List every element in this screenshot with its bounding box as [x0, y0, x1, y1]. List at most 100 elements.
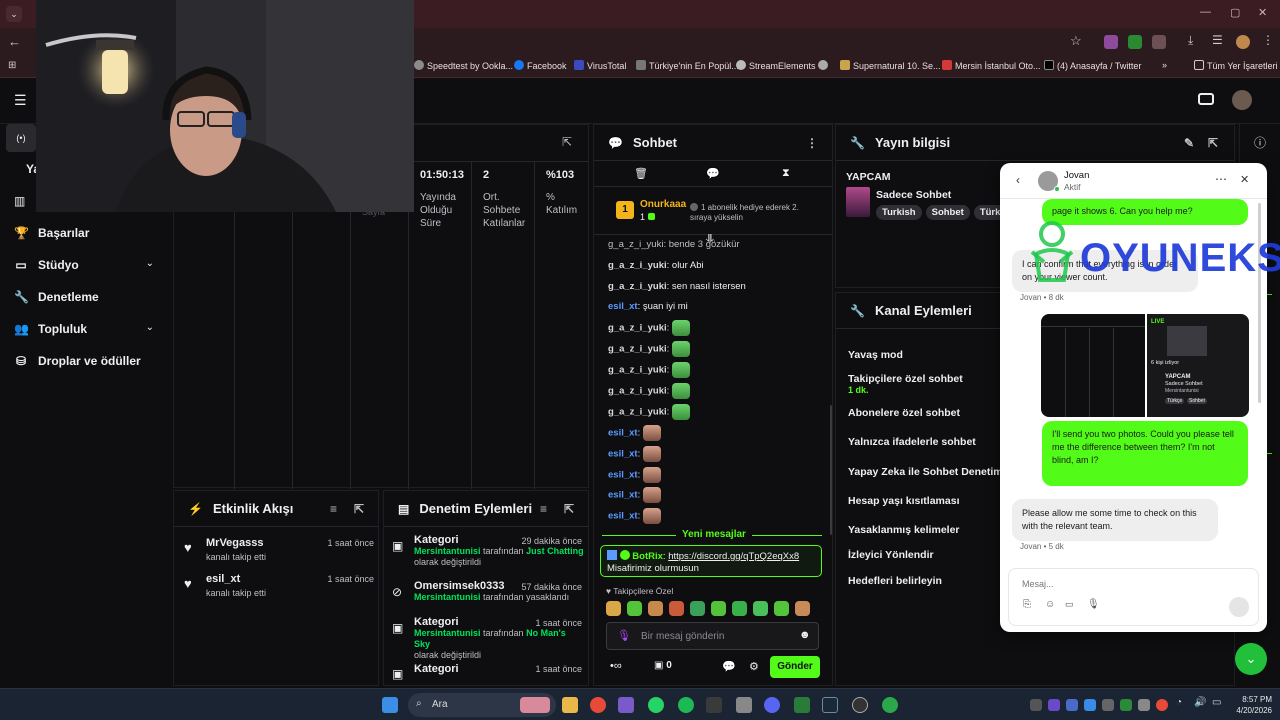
creator-icon[interactable] [1198, 93, 1214, 105]
extensions-icon[interactable] [1152, 35, 1166, 49]
discord-icon[interactable] [764, 697, 780, 713]
stream-manager-icon[interactable]: (•) [6, 124, 36, 152]
action-set-goals[interactable]: Hedefleri belirleyin [848, 575, 942, 587]
dm-photo-stream[interactable]: LIVE 6 kişi izliyor YAPCAM Sadece Sohbet… [1147, 314, 1249, 417]
analytics-icon[interactable]: ▥ [14, 194, 25, 208]
points-counter[interactable]: ▣ 0 [654, 660, 672, 671]
apps-icon[interactable]: ⊞ [8, 60, 16, 71]
sidebar-item-moderation[interactable]: 🔧 Denetleme [14, 290, 99, 304]
emote-button[interactable] [774, 601, 789, 616]
sidebar-item-achievements[interactable]: 🏆 Başarılar [14, 226, 89, 240]
sidebar-item-studio[interactable]: ▭ Stüdyo [14, 258, 78, 272]
dm-photo-stats[interactable] [1041, 314, 1145, 417]
chevron-down-icon[interactable]: ⌄ [146, 322, 154, 333]
emote-button[interactable] [648, 601, 663, 616]
gear-icon[interactable]: ⚙ [749, 660, 759, 673]
xbox-icon[interactable] [882, 697, 898, 713]
emote-button[interactable] [753, 601, 768, 616]
emote-button[interactable] [711, 601, 726, 616]
app-icon[interactable] [618, 697, 634, 713]
app-icon[interactable] [706, 697, 722, 713]
more-options-icon[interactable]: ⋯ [1215, 172, 1227, 186]
bookmark-streamelements[interactable]: StreamElements [736, 60, 816, 71]
bookmark-mersin[interactable]: Mersin İstanbul Oto... [942, 60, 1041, 71]
star-icon[interactable]: ☆ [1070, 33, 1082, 49]
emote-button[interactable] [627, 601, 642, 616]
action-raid[interactable]: İzleyici Yönlendir [848, 549, 934, 561]
action-followers-only[interactable]: Takipçilere özel sohbet [848, 373, 963, 385]
more-bookmarks-icon[interactable]: » [1162, 60, 1167, 70]
close-window-icon[interactable]: ✕ [1258, 6, 1267, 19]
file-explorer-icon[interactable] [562, 697, 578, 713]
close-icon[interactable]: ✕ [1240, 173, 1249, 186]
reading-list-icon[interactable]: ☰ [1212, 33, 1223, 47]
popout-icon[interactable]: ⇱ [564, 502, 574, 516]
emote-button[interactable] [606, 601, 621, 616]
wifi-icon[interactable]: ◔ [1176, 697, 1182, 708]
dm-input[interactable]: Mesaj... [1022, 579, 1054, 589]
tray-icon[interactable] [1030, 699, 1042, 711]
info-icon[interactable]: ⓘ [1254, 134, 1266, 151]
bookmark-facebook[interactable]: Facebook [514, 60, 567, 71]
bookmark-globe[interactable] [818, 60, 831, 71]
more-options-icon[interactable]: ⋮ [806, 136, 818, 150]
back-icon[interactable]: ← [8, 34, 21, 49]
popout-icon[interactable]: ⇱ [354, 502, 364, 516]
spotify-icon[interactable] [678, 697, 694, 713]
pinned-user[interactable]: Onurkaaa [640, 199, 686, 210]
extension-icon[interactable] [1128, 35, 1142, 49]
sidebar-item-drops[interactable]: ⛁ Droplar ve ödüller [14, 354, 141, 368]
user-avatar[interactable] [1232, 90, 1252, 110]
edit-icon[interactable]: ✎ [1184, 136, 1194, 150]
obs-icon[interactable] [852, 697, 868, 713]
emoji-icon[interactable]: ☺ [1045, 599, 1055, 610]
bookmark-popular[interactable]: Türkiye'nin En Popül... [636, 60, 739, 71]
tray-icon[interactable] [1120, 699, 1132, 711]
bookmark-twitter[interactable]: (4) Anasayfa / Twitter [1044, 60, 1141, 71]
chat-icon[interactable]: 💬 [722, 660, 736, 673]
action-banned-words[interactable]: Yasaklanmış kelimeler [848, 524, 960, 536]
tray-icon[interactable] [1102, 699, 1114, 711]
attach-icon[interactable]: ⎘ [1023, 599, 1031, 610]
bot-link[interactable]: https://discord.gg/qTpQ2eqXx8 [668, 551, 799, 562]
chat-input[interactable]: 🎙 Bir mesaj gönderin ☻ [606, 622, 819, 650]
tag[interactable]: Sohbet [925, 205, 970, 220]
event-user[interactable]: MrVegasss [206, 537, 266, 549]
emote-button[interactable] [795, 601, 810, 616]
extension-icon[interactable] [1104, 35, 1118, 49]
minimize-icon[interactable]: — [1200, 6, 1211, 18]
tray-icon[interactable] [1156, 699, 1168, 711]
tab-menu-button[interactable]: ⌄ [6, 6, 22, 22]
maximize-icon[interactable]: ▢ [1230, 6, 1240, 19]
trash-icon[interactable]: 🗑 [634, 167, 648, 180]
bookmark-virustotal[interactable]: VirusTotal [574, 60, 626, 71]
download-icon[interactable]: ⤓ [1188, 33, 1193, 48]
emoji-icon[interactable]: ☻ [799, 629, 811, 641]
sidebar-item-community[interactable]: 👥 Topluluk [14, 322, 87, 336]
action-account-age[interactable]: Hesap yaşı kısıtlaması [848, 495, 960, 507]
tray-icon[interactable] [1048, 699, 1060, 711]
bookmark-supernatural[interactable]: Supernatural 10. Se... [840, 60, 941, 71]
gif-icon[interactable]: ▭ [1065, 599, 1074, 610]
emote-button[interactable] [690, 601, 705, 616]
clock[interactable]: 8:57 PM 4/20/2026 [1228, 694, 1272, 716]
dm-toggle-button[interactable]: ⌄ [1235, 643, 1267, 675]
filter-icon[interactable]: ≡ [330, 502, 337, 516]
event-user[interactable]: esil_xt [206, 573, 266, 585]
emote-button[interactable] [669, 601, 684, 616]
new-messages-divider[interactable]: Yeni mesajlar [676, 529, 752, 540]
send-icon[interactable] [1229, 597, 1249, 617]
popout-icon[interactable]: ⇱ [1208, 136, 1218, 150]
taskbar-search[interactable]: ⌕ Ara [408, 693, 556, 717]
bookmark-speedtest[interactable]: Speedtest by Ookla... [414, 60, 513, 71]
app-icon[interactable] [736, 697, 752, 713]
stream-category[interactable]: Sadece Sohbet [876, 189, 951, 201]
filter-icon[interactable]: ≡ [540, 502, 547, 516]
hourglass-icon[interactable]: ⧗ [782, 167, 790, 180]
popout-icon[interactable]: ⇱ [562, 135, 572, 149]
chevron-down-icon[interactable]: ⌄ [146, 258, 154, 269]
microphone-icon[interactable]: 🎙 [1087, 599, 1100, 610]
action-ai-moderation[interactable]: Yapay Zeka ile Sohbet Denetimi [848, 466, 1006, 478]
tray-icon[interactable] [1084, 699, 1096, 711]
action-slow-mode[interactable]: Yavaş mod [848, 349, 903, 361]
